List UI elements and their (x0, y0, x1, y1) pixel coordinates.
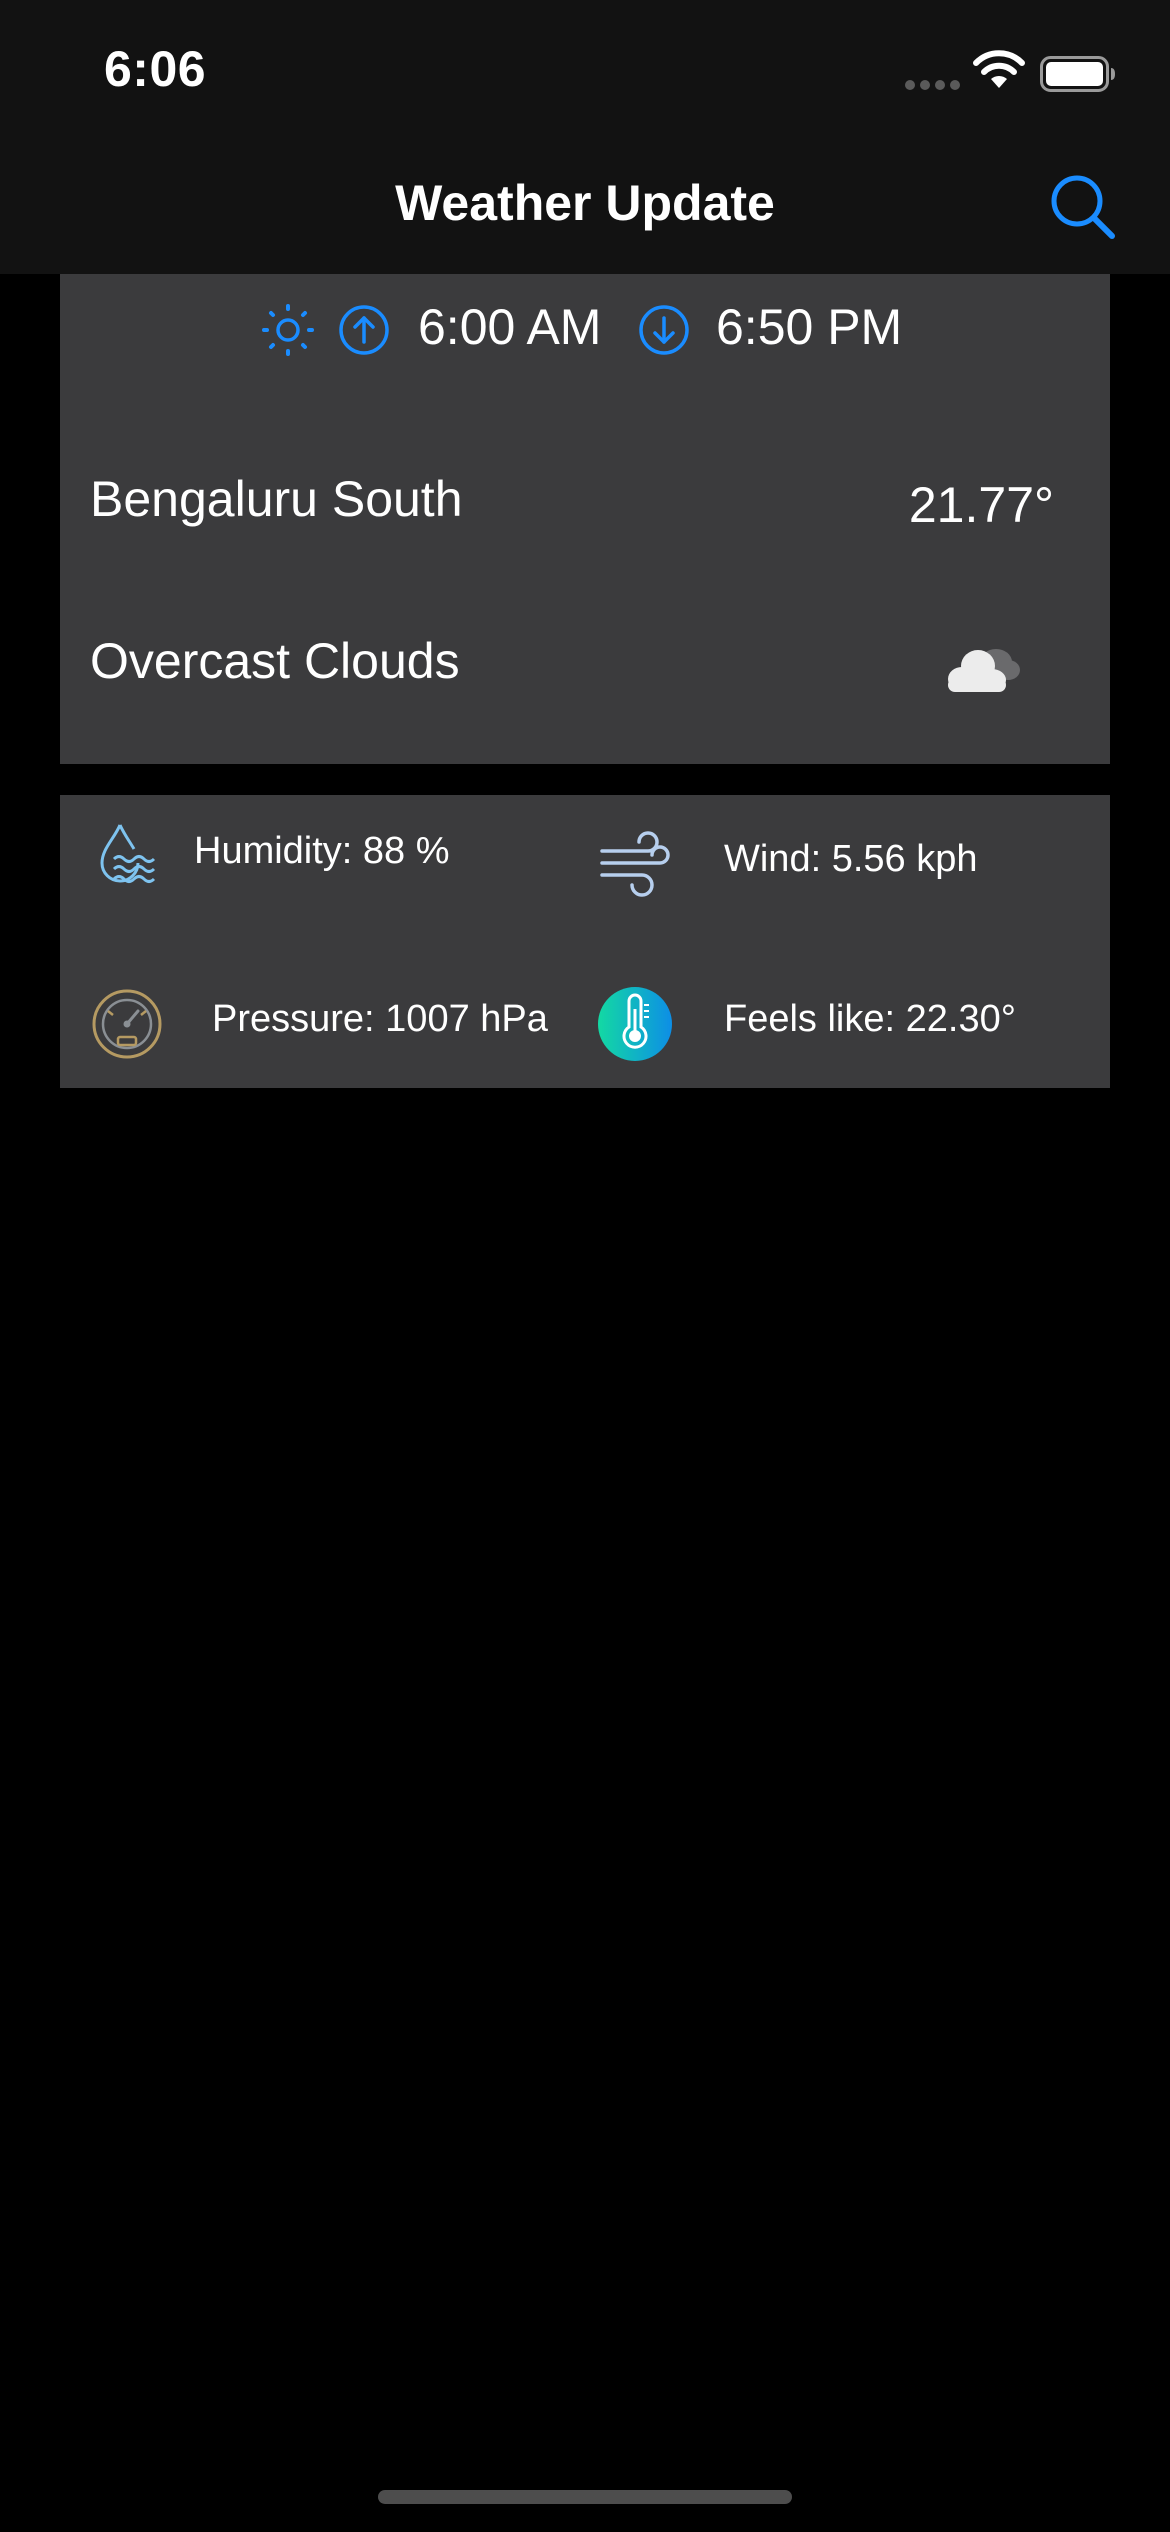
search-icon (1051, 175, 1115, 239)
weather-details-card: Humidity: 88 % Wind: 5.56 kph Pressure: … (60, 795, 1110, 1088)
wifi-icon (973, 50, 1025, 88)
cloud-icon (948, 649, 1020, 692)
arrow-up-circle-icon (339, 305, 389, 355)
wind-icon (600, 831, 670, 897)
humidity-label: Humidity: 88 % (194, 830, 450, 872)
navigation-bar: Weather Update (0, 144, 1170, 274)
weather-condition: Overcast Clouds (90, 633, 460, 689)
city-name: Bengaluru South (90, 471, 463, 527)
thermometer-icon (598, 987, 672, 1061)
page-title: Weather Update (395, 175, 775, 231)
search-button[interactable] (1048, 172, 1118, 242)
weather-summary-card: 6:00 AM 6:50 PM Bengaluru South 21.77° O… (60, 274, 1110, 764)
home-indicator[interactable] (378, 2490, 792, 2504)
sun-times-row: 6:00 AM 6:50 PM (60, 296, 1110, 366)
gauge-icon (92, 989, 162, 1059)
sunrise-time: 6:00 AM (418, 299, 602, 355)
wind-label: Wind: 5.56 kph (724, 838, 978, 880)
arrow-down-circle-icon (639, 305, 689, 355)
temperature-value: 21.77° (908, 477, 1054, 533)
battery-icon (1040, 56, 1115, 92)
status-bar: 6:06 (0, 0, 1170, 144)
feels-like-label: Feels like: 22.30° (724, 998, 1016, 1040)
sunset-time: 6:50 PM (716, 299, 903, 355)
pressure-label: Pressure: 1007 hPa (212, 998, 548, 1040)
cellular-signal-icon (905, 80, 961, 90)
status-time: 6:06 (104, 41, 207, 97)
water-drop-icon (100, 824, 156, 883)
sun-icon (262, 304, 314, 356)
